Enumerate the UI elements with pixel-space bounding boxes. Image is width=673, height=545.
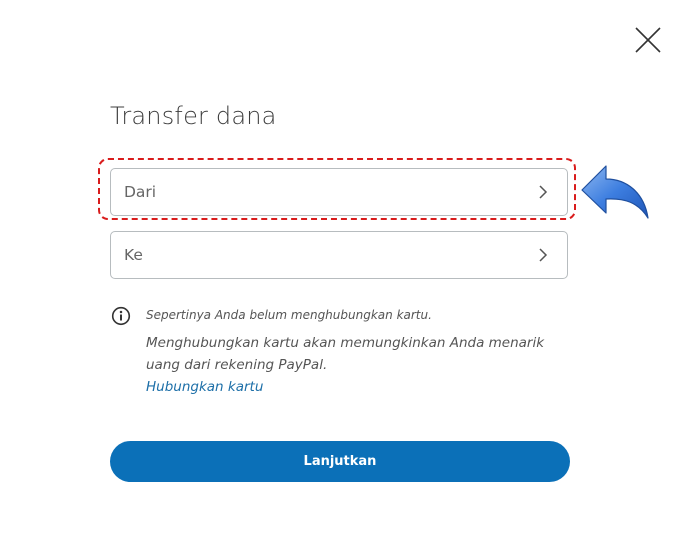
notice-text: Sepertinya Anda belum menghubungkan kart… [146, 308, 432, 322]
from-field[interactable]: Dari [110, 168, 568, 216]
curved-arrow-icon [581, 165, 649, 219]
chevron-right-icon [539, 185, 548, 199]
notice-description: Menghubungkan kartu akan memungkinkan An… [146, 335, 545, 373]
to-field-label: Ke [124, 246, 143, 264]
continue-button[interactable]: Lanjutkan [110, 441, 570, 482]
connect-card-link[interactable]: Hubungkan kartu [146, 379, 263, 395]
close-button[interactable] [634, 26, 662, 54]
info-icon [111, 306, 131, 326]
from-field-label: Dari [124, 183, 157, 201]
to-field[interactable]: Ke [110, 231, 568, 279]
page-title: Transfer dana [110, 102, 277, 130]
close-icon [635, 27, 661, 53]
chevron-right-icon [539, 248, 548, 262]
